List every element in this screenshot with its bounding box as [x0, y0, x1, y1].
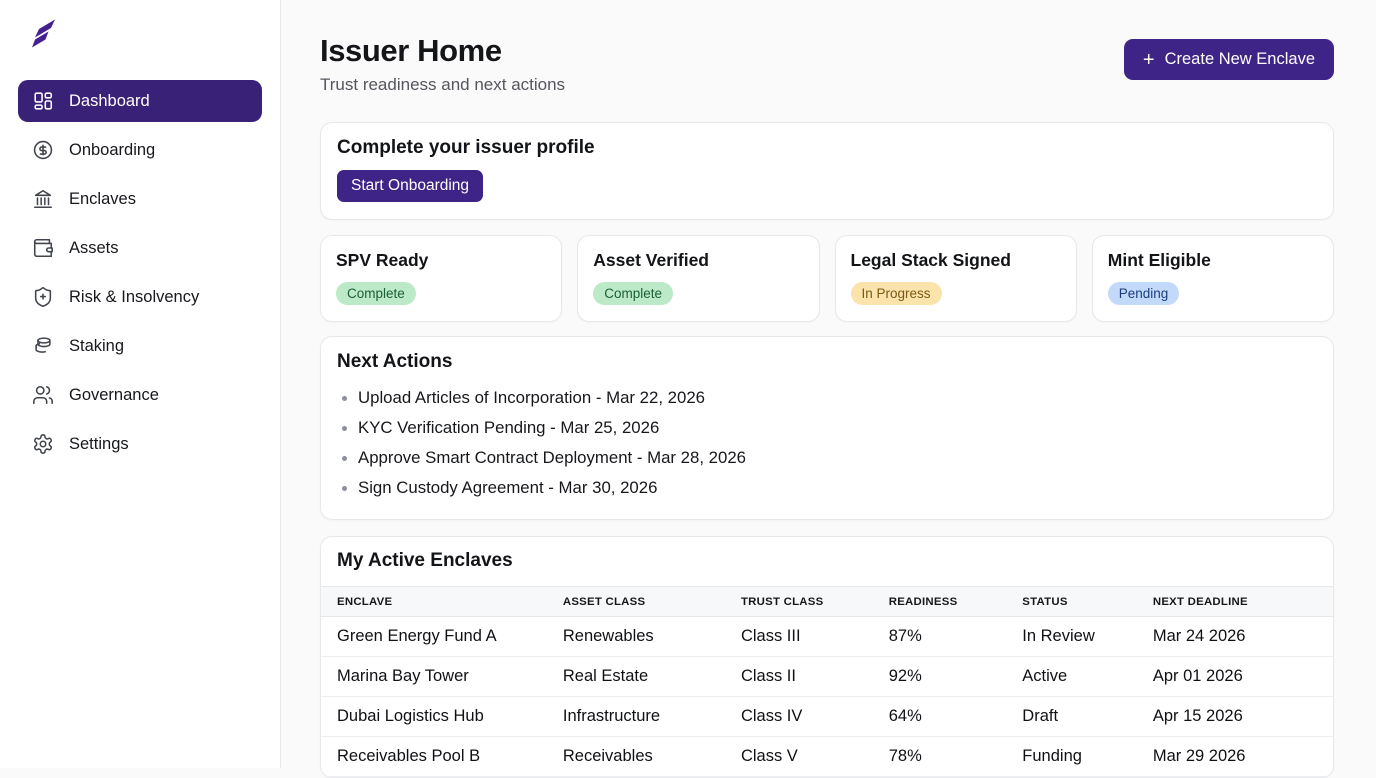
create-new-enclave-button[interactable]: + Create New Enclave: [1124, 39, 1334, 80]
cell-next-deadline: Mar 24 2026: [1153, 617, 1333, 657]
cell-trust-class: Class V: [741, 737, 889, 777]
sidebar-item-label: Dashboard: [69, 92, 150, 111]
cell-status: In Review: [1022, 617, 1153, 657]
status-card-legal-stack-signed: Legal Stack Signed In Progress: [835, 235, 1077, 322]
next-action-item: Sign Custody Agreement - Mar 30, 2026: [337, 473, 1317, 503]
status-card-spv-ready: SPV Ready Complete: [320, 235, 562, 322]
column-header-status: STATUS: [1022, 587, 1153, 617]
sidebar-item-label: Risk & Insolvency: [69, 288, 199, 307]
enclaves-icon: [32, 188, 54, 210]
table-row[interactable]: Green Energy Fund ARenewablesClass III87…: [321, 617, 1333, 657]
column-header-asset-class: ASSET CLASS: [563, 587, 741, 617]
next-actions-list: Upload Articles of Incorporation - Mar 2…: [337, 383, 1317, 503]
cell-readiness: 78%: [889, 737, 1023, 777]
sidebar-item-governance[interactable]: Governance: [18, 374, 262, 416]
enclaves-table: ENCLAVEASSET CLASSTRUST CLASSREADINESSST…: [321, 586, 1333, 777]
sidebar-item-assets[interactable]: Assets: [18, 227, 262, 269]
table-row[interactable]: Marina Bay TowerReal EstateClass II92%Ac…: [321, 657, 1333, 697]
main-content: Issuer Home Trust readiness and next act…: [281, 0, 1376, 768]
column-header-trust-class: TRUST CLASS: [741, 587, 889, 617]
table-body: Green Energy Fund ARenewablesClass III87…: [321, 617, 1333, 777]
cell-asset-class: Renewables: [563, 617, 741, 657]
settings-icon: [32, 433, 54, 455]
active-enclaves-title: My Active Enclaves: [321, 550, 1333, 572]
column-header-enclave: ENCLAVE: [321, 587, 563, 617]
create-new-enclave-label: Create New Enclave: [1165, 50, 1315, 69]
cell-readiness: 87%: [889, 617, 1023, 657]
column-header-next-deadline: NEXT DEADLINE: [1153, 587, 1333, 617]
sidebar-item-label: Onboarding: [69, 141, 155, 160]
status-badge: Complete: [593, 282, 673, 305]
next-action-item: KYC Verification Pending - Mar 25, 2026: [337, 413, 1317, 443]
sidebar-nav: Dashboard Onboarding Enclaves Assets Risk & …: [0, 80, 280, 465]
table-header-row: ENCLAVEASSET CLASSTRUST CLASSREADINESSST…: [321, 587, 1333, 617]
cell-enclave: Marina Bay Tower: [321, 657, 563, 697]
status-cards-row: SPV Ready Complete Asset Verified Complete L…: [320, 235, 1334, 322]
cell-trust-class: Class IV: [741, 697, 889, 737]
cell-enclave: Receivables Pool B: [321, 737, 563, 777]
column-header-readiness: READINESS: [889, 587, 1023, 617]
sidebar-item-label: Enclaves: [69, 190, 136, 209]
assets-icon: [32, 237, 54, 259]
start-onboarding-button[interactable]: Start Onboarding: [337, 170, 483, 202]
sidebar-item-settings[interactable]: Settings: [18, 423, 262, 465]
status-card-asset-verified: Asset Verified Complete: [577, 235, 819, 322]
status-badge: Pending: [1108, 282, 1180, 305]
next-actions-title: Next Actions: [337, 351, 1317, 373]
status-badge: In Progress: [851, 282, 942, 305]
cell-status: Funding: [1022, 737, 1153, 777]
active-enclaves-card: My Active Enclaves ENCLAVEASSET CLASSTRU…: [320, 536, 1334, 778]
status-card-mint-eligible: Mint Eligible Pending: [1092, 235, 1334, 322]
sidebar-item-label: Assets: [69, 239, 119, 258]
cell-enclave: Dubai Logistics Hub: [321, 697, 563, 737]
issuer-profile-card: Complete your issuer profile Start Onboa…: [320, 122, 1334, 220]
next-actions-card: Next Actions Upload Articles of Incorpor…: [320, 336, 1334, 520]
sidebar-item-label: Governance: [69, 386, 159, 405]
cell-trust-class: Class II: [741, 657, 889, 697]
brand-logo: [30, 16, 280, 54]
sidebar-item-staking[interactable]: Staking: [18, 325, 262, 367]
status-badge: Complete: [336, 282, 416, 305]
cell-next-deadline: Apr 15 2026: [1153, 697, 1333, 737]
cell-next-deadline: Mar 29 2026: [1153, 737, 1333, 777]
status-card-title: Asset Verified: [593, 250, 803, 271]
sidebar-item-risk-insolvency[interactable]: Risk & Insolvency: [18, 276, 262, 318]
table-row[interactable]: Receivables Pool BReceivablesClass V78%F…: [321, 737, 1333, 777]
next-action-item: Upload Articles of Incorporation - Mar 2…: [337, 383, 1317, 413]
page-title: Issuer Home: [320, 33, 565, 69]
status-card-title: Legal Stack Signed: [851, 250, 1061, 271]
cell-readiness: 92%: [889, 657, 1023, 697]
plus-icon: +: [1143, 50, 1155, 70]
page-subtitle: Trust readiness and next actions: [320, 75, 565, 95]
dashboard-icon: [32, 90, 54, 112]
cell-asset-class: Infrastructure: [563, 697, 741, 737]
sidebar-item-onboarding[interactable]: Onboarding: [18, 129, 262, 171]
sidebar-item-enclaves[interactable]: Enclaves: [18, 178, 262, 220]
table-row[interactable]: Dubai Logistics HubInfrastructureClass I…: [321, 697, 1333, 737]
cell-enclave: Green Energy Fund A: [321, 617, 563, 657]
governance-icon: [32, 384, 54, 406]
status-card-title: SPV Ready: [336, 250, 546, 271]
cell-next-deadline: Apr 01 2026: [1153, 657, 1333, 697]
risk-icon: [32, 286, 54, 308]
page-header: Issuer Home Trust readiness and next act…: [320, 33, 1334, 95]
sidebar-item-label: Staking: [69, 337, 124, 356]
staking-icon: [32, 335, 54, 357]
cell-status: Active: [1022, 657, 1153, 697]
next-action-item: Approve Smart Contract Deployment - Mar …: [337, 443, 1317, 473]
status-card-title: Mint Eligible: [1108, 250, 1318, 271]
cell-asset-class: Receivables: [563, 737, 741, 777]
sidebar-item-dashboard[interactable]: Dashboard: [18, 80, 262, 122]
profile-card-title: Complete your issuer profile: [337, 137, 1317, 159]
sidebar-item-label: Settings: [69, 435, 129, 454]
cell-trust-class: Class III: [741, 617, 889, 657]
cell-readiness: 64%: [889, 697, 1023, 737]
cell-asset-class: Real Estate: [563, 657, 741, 697]
onboarding-icon: [32, 139, 54, 161]
sidebar: Dashboard Onboarding Enclaves Assets Risk & …: [0, 0, 281, 768]
cell-status: Draft: [1022, 697, 1153, 737]
